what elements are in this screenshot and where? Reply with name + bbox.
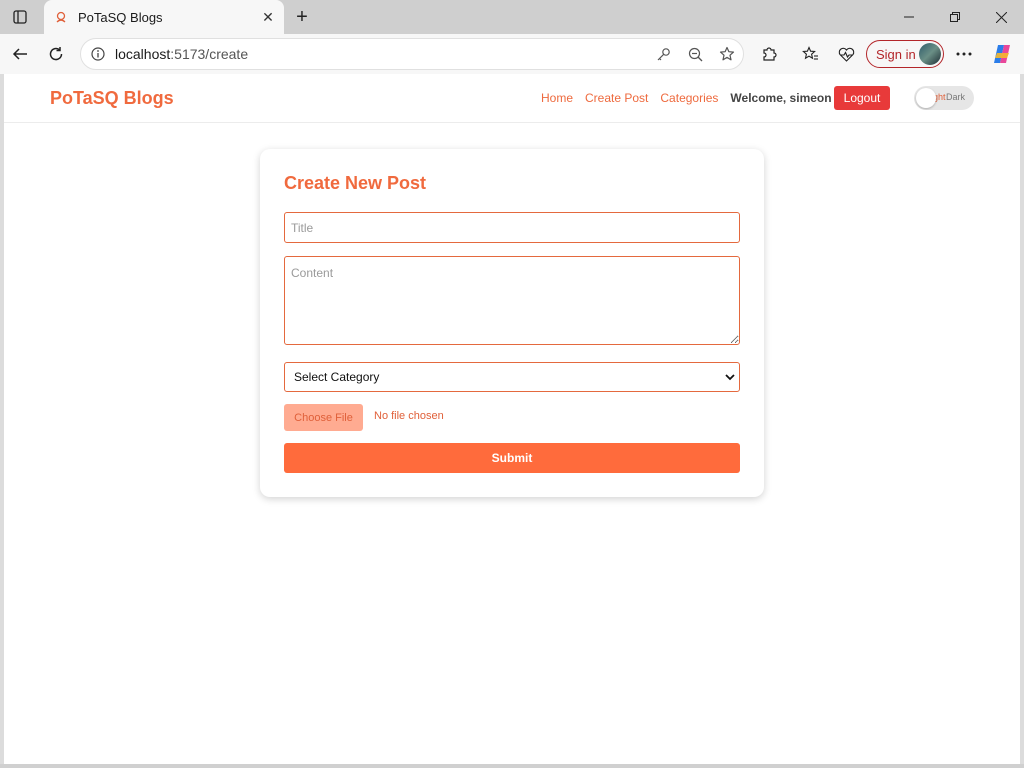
nav-links: Home Create Post Categories Welcome, sim… — [541, 91, 844, 105]
favicon-icon — [54, 10, 68, 24]
more-options-icon[interactable] — [950, 40, 978, 68]
extensions-icon[interactable] — [755, 40, 783, 68]
create-post-card: Create New Post Select Category Choose F… — [260, 149, 764, 497]
copilot-icon[interactable] — [988, 40, 1016, 68]
site-info-icon[interactable] — [83, 39, 113, 69]
minimize-icon[interactable] — [886, 0, 932, 34]
content-textarea[interactable] — [284, 256, 740, 345]
address-bar[interactable]: localhost:5173/create — [80, 38, 744, 70]
theme-toggle[interactable]: Light Dark — [914, 86, 974, 110]
url-text[interactable]: localhost:5173/create — [113, 46, 647, 62]
sign-in-label: Sign in — [876, 46, 916, 62]
page-viewport: PoTaSQ Blogs Home Create Post Categories… — [4, 74, 1020, 764]
tab-actions-icon[interactable] — [8, 6, 32, 28]
tab-title: PoTaSQ Blogs — [78, 9, 163, 25]
theme-dark-label: Dark — [946, 92, 966, 102]
close-window-icon[interactable] — [978, 0, 1024, 34]
site-navbar: PoTaSQ Blogs Home Create Post Categories… — [4, 74, 1020, 123]
choose-file-button[interactable]: Choose File — [284, 404, 363, 431]
url-host: localhost — [115, 46, 171, 62]
site-brand[interactable]: PoTaSQ Blogs — [50, 88, 174, 109]
close-tab-icon[interactable]: ✕ — [256, 5, 280, 29]
title-input[interactable] — [284, 212, 740, 243]
submit-button[interactable]: Submit — [284, 443, 740, 473]
nav-link-categories[interactable]: Categories — [660, 91, 718, 105]
browser-tab[interactable]: PoTaSQ Blogs ✕ — [44, 0, 284, 34]
page-title: Create New Post — [284, 173, 427, 193]
file-status-text: No file chosen — [374, 410, 444, 422]
favorites-icon[interactable] — [796, 40, 824, 68]
restore-icon[interactable] — [932, 0, 978, 34]
favorite-star-icon[interactable] — [711, 39, 743, 69]
back-arrow-icon[interactable] — [6, 40, 34, 68]
chevron-down-icon — [725, 374, 735, 381]
profile-avatar — [919, 43, 941, 65]
url-path: :5173/create — [170, 46, 249, 62]
category-select-value: Select Category — [294, 370, 380, 384]
new-tab-button[interactable]: + — [290, 5, 314, 29]
logout-button[interactable]: Logout — [834, 86, 890, 110]
sign-in-button[interactable]: Sign in — [866, 40, 944, 68]
theme-toggle-knob — [916, 88, 936, 108]
key-icon[interactable] — [647, 39, 679, 69]
browser-tab-bar: PoTaSQ Blogs ✕ + — [0, 0, 1024, 34]
welcome-text: Welcome, simeon — [730, 91, 832, 105]
nav-link-home[interactable]: Home — [541, 91, 573, 105]
category-select[interactable]: Select Category — [284, 362, 740, 392]
browser-toolbar: localhost:5173/create Sign in — [0, 34, 1024, 74]
reload-icon[interactable] — [42, 40, 70, 68]
browser-essentials-icon[interactable] — [832, 40, 860, 68]
nav-link-create-post[interactable]: Create Post — [585, 91, 648, 105]
zoom-out-icon[interactable] — [679, 39, 711, 69]
window-bottom-edge — [0, 764, 1024, 768]
